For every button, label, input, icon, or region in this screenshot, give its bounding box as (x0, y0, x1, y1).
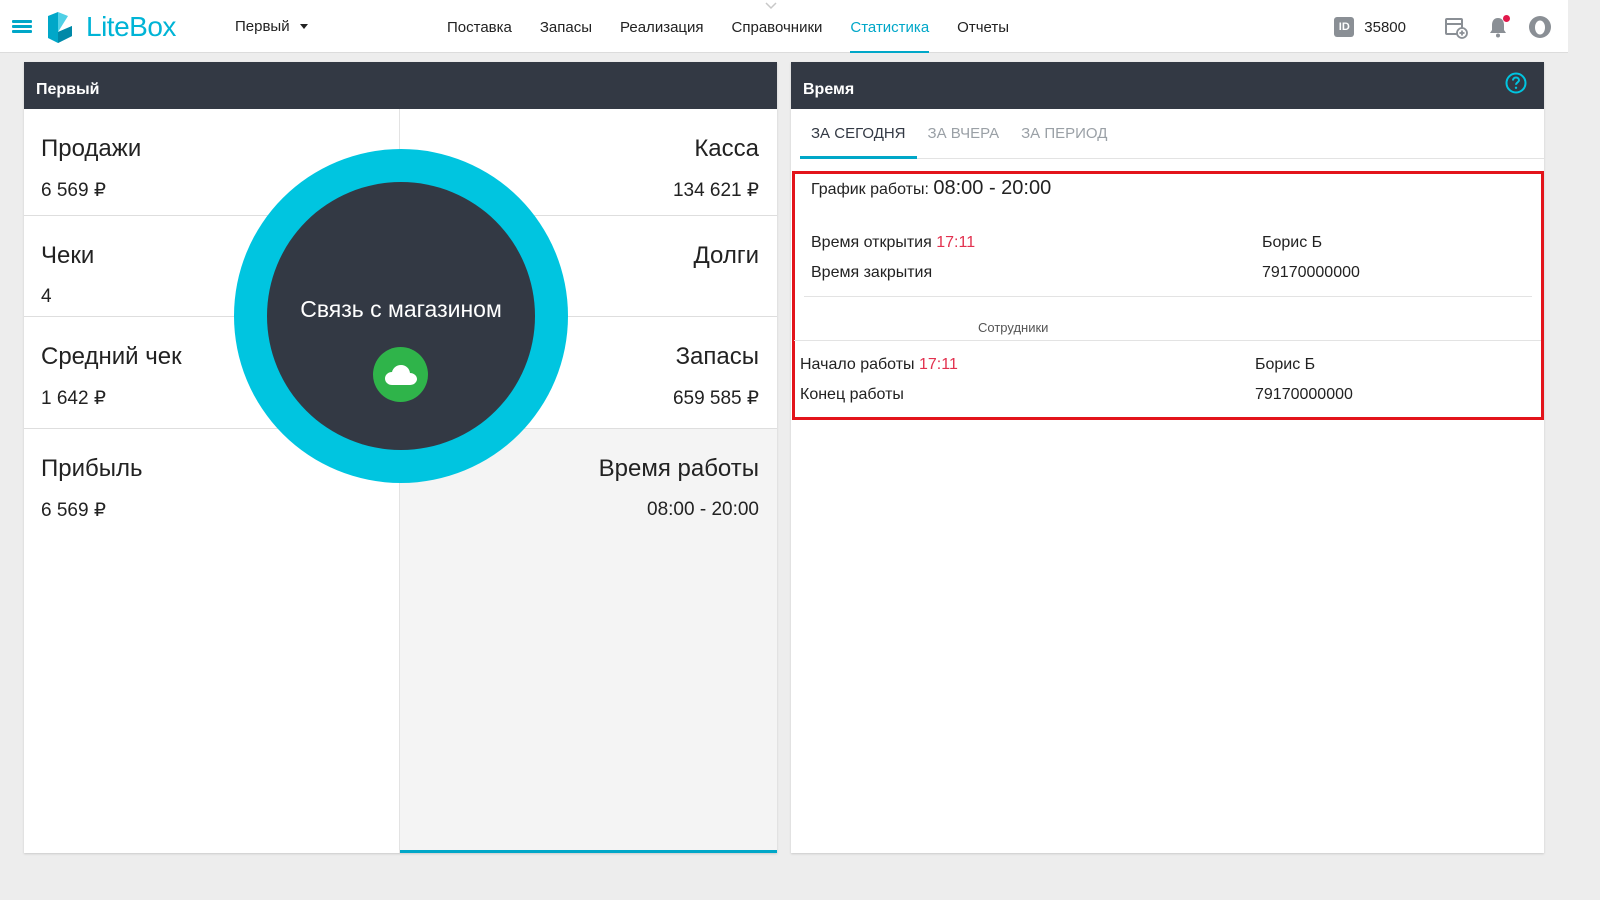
id-badge-icon: ID (1334, 17, 1355, 37)
divider (794, 340, 1541, 341)
open-time-row: Время открытия 17:11 (811, 234, 975, 252)
panel-title: Время (791, 62, 1544, 109)
tab-today[interactable]: ЗА СЕГОДНЯ (800, 109, 917, 159)
logo[interactable]: LiteBox (44, 10, 176, 44)
add-calendar-icon[interactable] (1444, 15, 1468, 39)
end-work-label: Конец работы (800, 386, 904, 403)
bell-icon[interactable] (1486, 15, 1510, 39)
menu-icon[interactable] (12, 20, 32, 34)
account-id: 35800 (1364, 18, 1406, 36)
stat-value: 6 569 ₽ (41, 500, 106, 521)
stat-label: Долги (693, 242, 759, 269)
stat-value: 08:00 - 20:00 (647, 499, 759, 520)
stat-value: 1 642 ₽ (41, 388, 106, 409)
divider (804, 296, 1532, 297)
logo-text: LiteBox (86, 11, 176, 42)
nav-item-statistics[interactable]: Статистика (850, 0, 929, 53)
active-indicator (400, 850, 777, 853)
stat-value: 659 585 ₽ (672, 388, 759, 409)
open-time-label: Время открытия (811, 234, 932, 251)
cloud-icon (384, 364, 417, 385)
stat-value: 6 569 ₽ (41, 180, 106, 201)
panel-title: Первый (24, 62, 777, 109)
nav-item-sales[interactable]: Реализация (620, 0, 703, 53)
employees-caption: Сотрудники (978, 320, 1049, 335)
nav-item-supply[interactable]: Поставка (447, 0, 512, 53)
tab-yesterday[interactable]: ЗА ВЧЕРА (917, 109, 1011, 158)
litebox-logo-icon (48, 12, 72, 43)
employee-name: Борис Б (1255, 356, 1316, 373)
stat-label: Средний чек (41, 343, 182, 370)
store-connection-button[interactable]: Связь с магазином (267, 182, 535, 450)
schedule-label: График работы: (811, 181, 929, 198)
user-avatar-icon[interactable] (1528, 15, 1552, 39)
start-work-row: Начало работы 17:11 (800, 356, 958, 374)
store-selector[interactable]: Первый (235, 18, 308, 35)
stat-value: 4 (41, 286, 52, 307)
stat-label: Чеки (41, 242, 95, 269)
open-employee-name: Борис Б (1262, 234, 1323, 251)
schedule-value: 08:00 - 20:00 (933, 177, 1052, 199)
close-time-label: Время закрытия (811, 264, 933, 281)
chevron-down-icon (299, 24, 308, 29)
nav-item-stock[interactable]: Запасы (540, 0, 592, 53)
nav-item-catalogs[interactable]: Справочники (732, 0, 823, 53)
open-time-value: 17:11 (936, 234, 976, 251)
stat-label: Касса (694, 135, 759, 162)
stat-label: Продажи (41, 135, 142, 162)
notification-dot (1503, 15, 1510, 22)
stat-label: Прибыль (41, 455, 143, 482)
header-tools: ID 35800 (1334, 12, 1552, 42)
help-icon[interactable] (1505, 72, 1527, 94)
stat-label: Запасы (675, 343, 759, 370)
work-schedule: График работы: 08:00 - 20:00 (811, 177, 1051, 200)
top-bar: LiteBox Первый Поставка Запасы Реализаци… (0, 0, 1568, 53)
nav-item-reports[interactable]: Отчеты (957, 0, 1009, 53)
open-employee-phone: 79170000000 (1262, 264, 1360, 281)
start-work-time: 17:11 (918, 356, 958, 373)
period-tabs: ЗА СЕГОДНЯ ЗА ВЧЕРА ЗА ПЕРИОД (800, 109, 1544, 159)
stat-working-hours[interactable]: Время работы 08:00 - 20:00 (400, 429, 777, 853)
cloud-status-badge (373, 347, 428, 402)
store-name: Первый (235, 18, 290, 35)
stat-label: Время работы (598, 455, 759, 482)
connection-label: Связь с магазином (300, 296, 502, 322)
start-work-label: Начало работы (800, 356, 915, 373)
time-panel-title: Время (803, 81, 855, 98)
employee-phone: 79170000000 (1255, 386, 1353, 403)
stat-value: 134 621 ₽ (672, 180, 759, 201)
main-nav: Поставка Запасы Реализация Справочники С… (447, 0, 1037, 53)
time-panel: Время ЗА СЕГОДНЯ ЗА ВЧЕРА ЗА ПЕРИОД Граф… (791, 62, 1544, 853)
tab-period[interactable]: ЗА ПЕРИОД (1010, 109, 1118, 158)
